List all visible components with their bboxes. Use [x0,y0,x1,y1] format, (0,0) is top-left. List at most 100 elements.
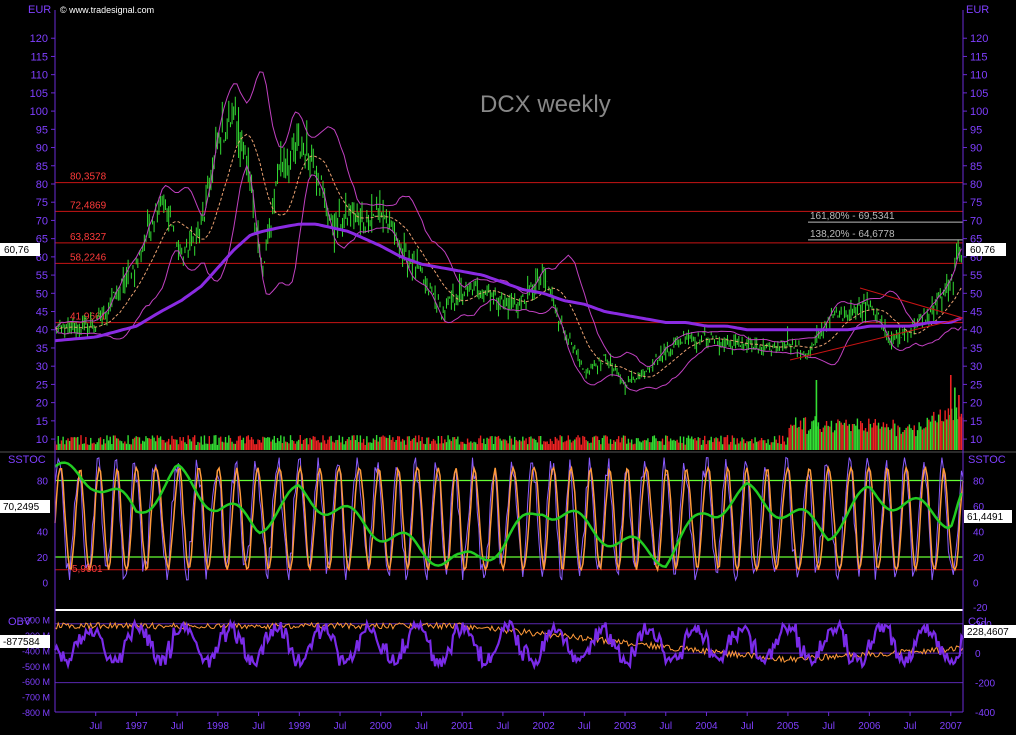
volume-bar [687,435,690,450]
x-axis-label: Jul [171,721,184,732]
price-last-value-right: 60,76 [970,245,995,256]
volume-bar [484,444,487,450]
volume-bar [426,437,428,450]
volume-bar [652,436,654,450]
volume-bar [250,437,253,450]
volume-bar [770,442,773,450]
volume-bar [129,444,131,450]
volume-bar [897,425,899,450]
volume-bar [431,441,433,450]
sstoc-last-value-left: 70,2495 [3,502,40,513]
price-tick-label-left: 50 [36,288,48,300]
volume-bar [822,427,825,450]
volume-bar [704,435,706,450]
volume-bar [882,422,885,450]
volume-bar [184,442,186,450]
volume-bar [413,438,415,450]
volume-bar [642,440,644,450]
volume-bar [575,437,578,450]
volume-bar [626,443,628,450]
volume-bar [203,435,206,450]
volume-bar [153,437,155,450]
chart-title: DCX weekly [480,91,611,118]
volume-bar [219,436,222,450]
volume-bar [682,436,685,450]
volume-bar [596,436,599,450]
volume-bar [284,441,287,450]
cci-tick-label: 0 [975,649,981,660]
volume-bar [296,441,298,450]
volume-bar [359,435,362,450]
volume-bar [197,441,199,450]
price-tick-label-right: 120 [970,33,988,45]
obv-tick-label: -800 M [22,708,50,718]
price-tick-label-left: 100 [30,106,48,118]
price-tick-label-right: 25 [970,379,982,391]
volume-bar [487,438,490,450]
volume-bar [452,437,454,450]
volume-bar [868,418,870,450]
volume-bar [564,441,566,450]
volume-bar [587,441,589,450]
volume-bar [629,442,631,450]
price-axis-label-left: EUR [28,4,51,16]
volume-bar [747,441,750,450]
fib-level-label: 58,2246 [70,252,107,263]
volume-bar [500,440,503,450]
volume-bar [200,436,202,450]
volume-bar [460,441,462,450]
volume-bar [650,442,652,450]
volume-bar [291,440,293,450]
volume-bar [483,438,485,450]
volume-bar [853,424,855,450]
volume-bar [790,424,792,450]
volume-bar [314,436,316,450]
volume-bar [208,436,211,450]
volume-bar [377,441,379,450]
volume-bar [382,435,384,450]
volume-bar [752,443,755,450]
volume-bar [773,436,776,450]
price-tick-label-right: 85 [970,161,982,173]
volume-bar [528,436,531,450]
price-tick-label-right: 10 [970,434,982,446]
volume-bar [872,422,875,450]
volume-bar [237,436,240,450]
volume-bar [848,424,850,450]
volume-bar [312,436,314,450]
volume-bar [198,442,201,450]
price-tick-label-left: 25 [36,379,48,391]
volume-bar [349,440,352,450]
volume-bar [322,435,324,450]
volume-bar [713,438,716,450]
volume-bar [515,440,518,450]
volume-bar [429,443,431,450]
volume-bar [166,441,168,450]
volume-bar [122,443,124,450]
volume-bar [401,438,404,450]
volume-bar [476,444,479,450]
volume-bar [348,436,350,450]
volume-bar [656,441,659,450]
volume-bar [333,442,336,450]
volume-bar [829,426,831,450]
price-tick-label-right: 50 [970,288,982,300]
volume-bar [700,444,703,450]
sstoc-low-label: 5,9601 [72,564,103,575]
volume-bar [375,435,378,450]
volume-bar [226,442,228,450]
volume-bar [655,438,657,450]
volume-bar [733,437,735,450]
volume-bar [918,422,920,450]
volume-bar [265,437,267,450]
volume-bar [549,438,552,450]
volume-bar [307,444,310,450]
volume-bar [60,440,63,450]
volume-bar [699,437,701,450]
volume-bar [168,438,170,450]
volume-bar [928,419,930,450]
volume-bar [192,437,194,450]
volume-bar [744,443,747,450]
volume-bar [176,439,178,450]
volume-bar [275,442,277,450]
